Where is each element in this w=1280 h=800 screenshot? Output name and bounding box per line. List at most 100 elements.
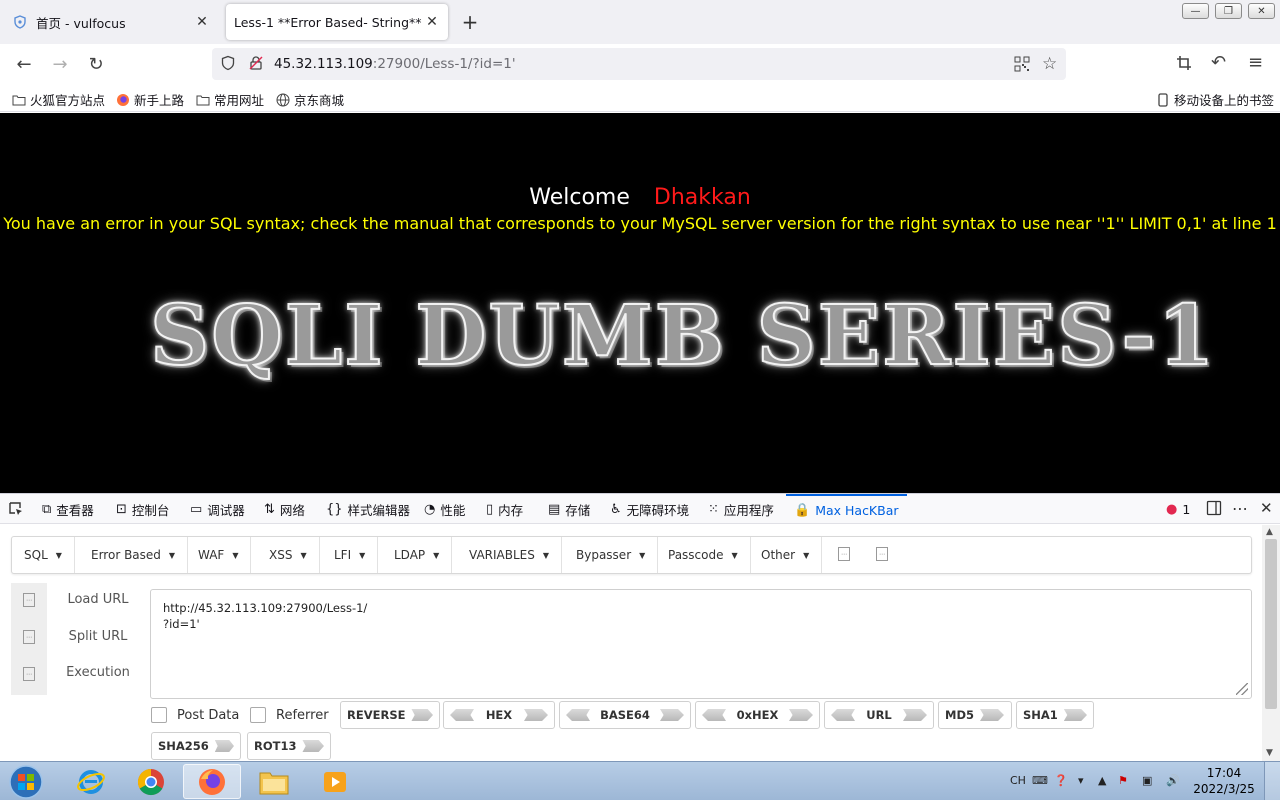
ime-indicator[interactable]: CH xyxy=(1010,774,1026,787)
md5-button[interactable]: MD5 xyxy=(938,701,1012,729)
back-button[interactable]: ← xyxy=(12,52,36,76)
menu-bypasser[interactable]: Bypasser ▼ xyxy=(564,537,659,573)
hackbar-url-textarea[interactable]: http://45.32.113.109:27900/Less-1/ ?id=1… xyxy=(150,589,1252,699)
devtools-tab-style-editor[interactable]: {} 样式编辑器 xyxy=(326,494,410,524)
base64-button[interactable]: BASE64 xyxy=(559,701,691,729)
tab-vulfocus[interactable]: 首页 - vulfocus ✕ xyxy=(4,4,218,40)
hex-button[interactable]: HEX xyxy=(443,701,555,729)
encrypt-icon[interactable]: ⋯ xyxy=(838,547,850,561)
shield-icon[interactable] xyxy=(220,55,236,75)
menu-icon[interactable]: ≡ xyxy=(1248,52,1263,73)
taskbar-chrome[interactable] xyxy=(122,764,180,799)
bookmark-item[interactable]: 火狐官方站点 xyxy=(12,90,105,109)
devtools-scrollbar[interactable]: ▲ ▼ xyxy=(1262,525,1280,762)
devtools-tab-accessibility[interactable]: ♿ 无障碍环境 xyxy=(610,494,689,524)
welcome-message: Welcome Dhakkan xyxy=(529,185,751,210)
url-text[interactable]: 45.32.113.109:27900/Less-1/?id=1' xyxy=(274,56,516,72)
0xhex-button[interactable]: 0xHEX xyxy=(695,701,820,729)
help-icon[interactable]: ❓ xyxy=(1054,774,1068,787)
dock-side-icon[interactable] xyxy=(1206,500,1222,520)
arrow-right-icon xyxy=(214,740,234,752)
start-button[interactable] xyxy=(0,764,52,799)
network-status-icon[interactable]: ▣ xyxy=(1142,774,1152,787)
devtools-tab-performance[interactable]: ◔ 性能 xyxy=(424,494,465,524)
bookmark-item[interactable]: 新手上路 xyxy=(116,90,184,109)
devtools-tab-memory[interactable]: ▯ 内存 xyxy=(486,494,523,524)
more-options-icon[interactable]: ⋯ xyxy=(1232,499,1248,518)
devtools-tab-storage[interactable]: ▤ 存储 xyxy=(548,494,590,524)
arrow-right-icon xyxy=(660,709,684,721)
taskbar-media-player[interactable] xyxy=(306,764,364,799)
taskbar-file-explorer[interactable] xyxy=(245,764,303,799)
show-hidden-icons-icon[interactable]: ▲ xyxy=(1098,774,1106,787)
show-desktop-button[interactable] xyxy=(1264,762,1280,800)
sha256-button[interactable]: SHA256 xyxy=(151,732,241,760)
system-clock[interactable]: 17:04 2022/3/25 xyxy=(1190,765,1258,797)
minimize-button[interactable]: — xyxy=(1182,3,1209,19)
rot13-button[interactable]: ROT13 xyxy=(247,732,331,760)
taskbar-firefox[interactable] xyxy=(183,764,241,799)
decrypt-icon[interactable]: ⋯ xyxy=(876,547,888,561)
new-tab-button[interactable]: + xyxy=(458,10,482,34)
referrer-checkbox[interactable] xyxy=(250,707,266,723)
error-count-badge[interactable]: ● 1 xyxy=(1166,494,1190,524)
devtools-tab-console[interactable]: ⊡ 控制台 xyxy=(116,494,169,524)
menu-ldap[interactable]: LDAP ▼ xyxy=(382,537,453,573)
split-url-icon[interactable]: ⋯ xyxy=(23,630,35,644)
close-devtools-icon[interactable]: ✕ xyxy=(1260,499,1273,517)
insecure-lock-icon[interactable] xyxy=(248,55,264,75)
menu-lfi[interactable]: LFI ▼ xyxy=(322,537,379,573)
style-editor-icon: {} xyxy=(326,501,343,517)
url-button[interactable]: URL xyxy=(824,701,934,729)
bookmark-star-icon[interactable]: ☆ xyxy=(1042,54,1057,74)
devtools-tab-inspector[interactable]: ⧉ 查看器 xyxy=(42,494,94,524)
devtools-panel: ⧉ 查看器 ⊡ 控制台 ▭ 调试器 ⇅ 网络 {} 样式编辑器 ◔ 性能 ▯ 内存 ▤ 存储 ♿… xyxy=(0,493,1280,762)
address-bar[interactable]: 45.32.113.109:27900/Less-1/?id=1' ☆ xyxy=(212,48,1066,80)
devtools-tab-max-hackbar[interactable]: 🔒 Max HacKBar xyxy=(786,494,907,524)
restore-button[interactable]: ❐ xyxy=(1215,3,1242,19)
bookmark-item[interactable]: 常用网址 xyxy=(196,90,264,109)
menu-waf[interactable]: WAF ▼ xyxy=(186,537,252,573)
mobile-bookmarks[interactable]: 移动设备上的书签 xyxy=(1156,90,1274,109)
post-data-checkbox[interactable] xyxy=(151,707,167,723)
menu-sql[interactable]: SQL ▼ xyxy=(12,537,75,573)
close-window-button[interactable]: ✕ xyxy=(1248,3,1275,19)
reverse-button[interactable]: REVERSE xyxy=(340,701,440,729)
devtools-tab-application[interactable]: ⁙ 应用程序 xyxy=(708,494,774,524)
sha1-button[interactable]: SHA1 xyxy=(1016,701,1094,729)
scroll-down-icon[interactable]: ▼ xyxy=(1266,748,1273,758)
element-picker-icon[interactable] xyxy=(8,501,24,521)
resize-handle-icon[interactable] xyxy=(1236,683,1248,695)
arrow-right-icon xyxy=(903,709,927,721)
menu-error-based[interactable]: Error Based ▼ xyxy=(79,537,189,573)
taskbar-internet-explorer[interactable] xyxy=(62,764,120,799)
qr-code-icon[interactable] xyxy=(1014,56,1030,76)
devtools-tab-network[interactable]: ⇅ 网络 xyxy=(264,494,305,524)
split-url-button[interactable]: Split URL xyxy=(50,629,146,644)
load-url-icon[interactable]: ⋯ xyxy=(23,593,35,607)
tab-less-1[interactable]: Less-1 **Error Based- String** ✕ xyxy=(226,4,448,40)
caret-down-icon: ▼ xyxy=(168,550,176,560)
bookmark-item[interactable]: 京东商城 xyxy=(276,90,344,109)
forward-button[interactable]: → xyxy=(48,52,72,76)
scrollbar-thumb[interactable] xyxy=(1265,539,1277,709)
undo-icon[interactable]: ↶ xyxy=(1211,52,1226,73)
keyboard-icon[interactable]: ⌨ xyxy=(1032,774,1048,787)
menu-variables[interactable]: VARIABLES ▼ xyxy=(457,537,563,573)
screenshot-icon[interactable] xyxy=(1176,55,1192,75)
menu-xss[interactable]: XSS ▼ xyxy=(257,537,320,573)
load-url-button[interactable]: Load URL xyxy=(50,592,146,607)
ime-options-icon[interactable]: ▾ xyxy=(1078,774,1084,787)
volume-icon[interactable]: 🔊 xyxy=(1166,774,1180,787)
devtools-tab-debugger[interactable]: ▭ 调试器 xyxy=(190,494,245,524)
menu-other[interactable]: Other ▼ xyxy=(749,537,823,573)
scroll-up-icon[interactable]: ▲ xyxy=(1266,527,1273,537)
execution-button[interactable]: Execution xyxy=(50,665,146,680)
reload-button[interactable]: ↻ xyxy=(84,52,108,76)
execution-icon[interactable]: ⋯ xyxy=(23,667,35,681)
action-center-icon[interactable]: ⚑ xyxy=(1118,774,1128,787)
menu-passcode[interactable]: Passcode ▼ xyxy=(656,537,751,573)
close-tab-icon[interactable]: ✕ xyxy=(424,14,440,30)
caret-down-icon: ▼ xyxy=(542,550,550,560)
close-tab-icon[interactable]: ✕ xyxy=(194,14,210,30)
